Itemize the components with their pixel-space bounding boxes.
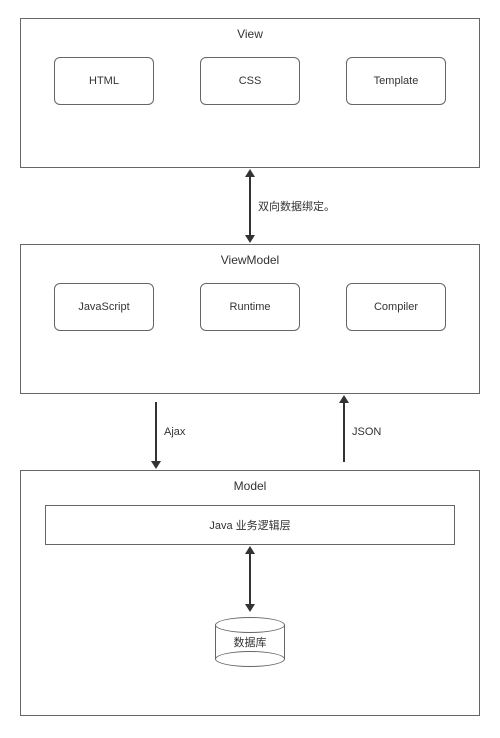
label-ajax: Ajax	[164, 426, 185, 438]
box-html: HTML	[54, 57, 154, 105]
arrow-view-vm	[249, 176, 251, 236]
box-runtime: Runtime	[200, 283, 300, 331]
box-java-logic: Java 业务逻辑层	[45, 505, 455, 545]
db-cylinder-top	[215, 617, 285, 633]
view-layer: View HTML CSS Template	[20, 18, 480, 168]
viewmodel-row: JavaScript Runtime Compiler	[21, 271, 479, 351]
model-layer: Model Java 业务逻辑层 数据库	[20, 470, 480, 716]
box-compiler: Compiler	[346, 283, 446, 331]
db-cylinder: 数据库	[215, 617, 285, 667]
view-row: HTML CSS Template	[21, 45, 479, 125]
view-layer-title: View	[21, 19, 479, 45]
label-binding: 双向数据绑定。	[258, 198, 335, 214]
viewmodel-layer-title: ViewModel	[21, 245, 479, 271]
box-template: Template	[346, 57, 446, 105]
label-json: JSON	[352, 426, 381, 438]
box-css: CSS	[200, 57, 300, 105]
viewmodel-layer: ViewModel JavaScript Runtime Compiler	[20, 244, 480, 394]
db-label: 数据库	[234, 634, 267, 650]
arrow-logic-db	[249, 553, 251, 605]
model-layer-title: Model	[21, 471, 479, 497]
box-javascript: JavaScript	[54, 283, 154, 331]
arrow-json	[343, 402, 345, 462]
arrow-ajax	[155, 402, 157, 462]
